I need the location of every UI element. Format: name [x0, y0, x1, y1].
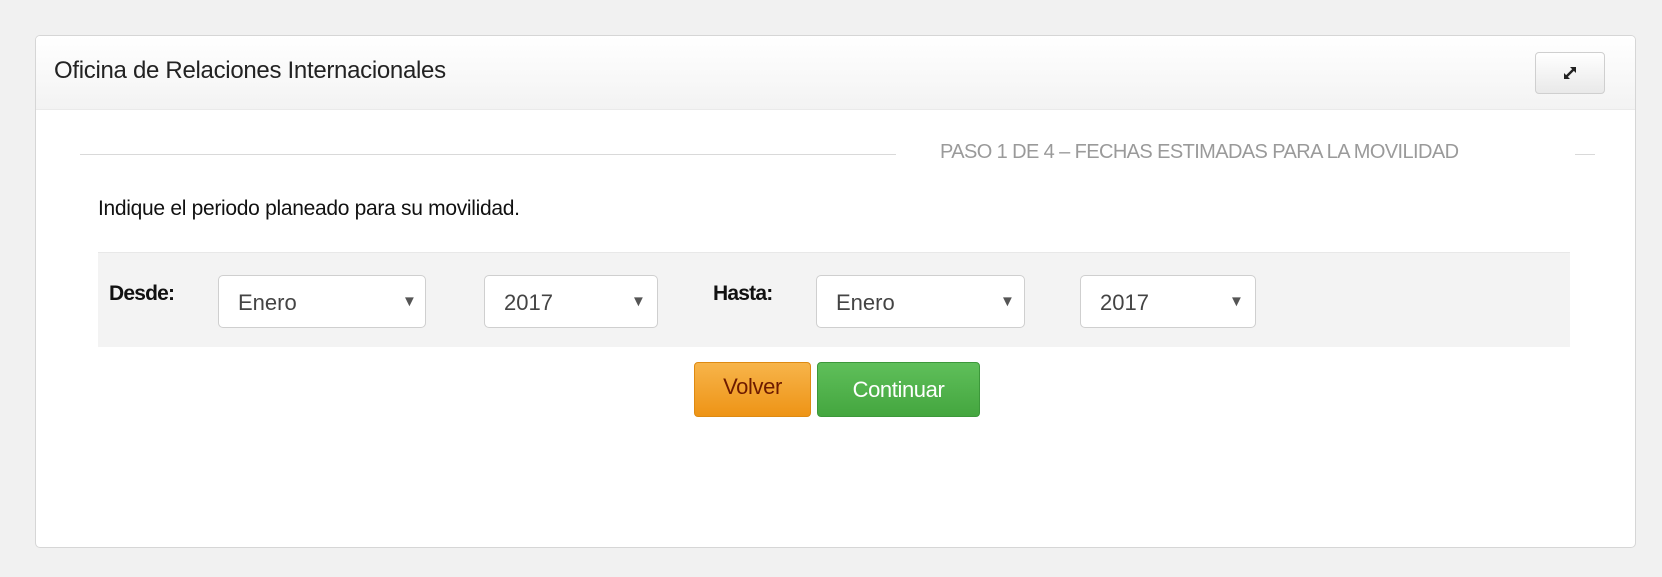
panel-header: Oficina de Relaciones Internacionales — [36, 36, 1635, 110]
intro-text: Indique el periodo planeado para su movi… — [98, 197, 520, 220]
chevron-down-icon: ▼ — [631, 293, 646, 310]
panel-title: Oficina de Relaciones Internacionales — [54, 57, 446, 84]
hasta-year-select[interactable]: 2017 ▼ — [1080, 275, 1256, 328]
panel: Oficina de Relaciones Internacionales PA… — [35, 35, 1636, 548]
hasta-label: Hasta: — [713, 282, 773, 305]
step-title: PASO 1 DE 4 – FECHAS ESTIMADAS PARA LA M… — [940, 141, 1459, 163]
volver-button[interactable]: Volver — [694, 362, 811, 417]
chevron-down-icon: ▼ — [1229, 293, 1244, 310]
hasta-month-value: Enero — [836, 290, 895, 315]
desde-year-select[interactable]: 2017 ▼ — [484, 275, 658, 328]
step-divider-right — [1575, 154, 1595, 155]
step-divider-left — [80, 154, 896, 155]
desde-label: Desde: — [109, 282, 175, 305]
desde-year-value: 2017 — [504, 290, 553, 315]
desde-month-select[interactable]: Enero ▼ — [218, 275, 426, 328]
date-range-bar: Desde: Enero ▼ 2017 ▼ Hasta: Enero ▼ 201… — [98, 252, 1570, 347]
expand-button[interactable] — [1535, 52, 1605, 94]
chevron-down-icon: ▼ — [1000, 293, 1015, 310]
chevron-down-icon: ▼ — [402, 293, 417, 310]
continuar-button[interactable]: Continuar — [817, 362, 980, 417]
hasta-month-select[interactable]: Enero ▼ — [816, 275, 1025, 328]
expand-icon — [1564, 67, 1576, 79]
hasta-year-value: 2017 — [1100, 290, 1149, 315]
desde-month-value: Enero — [238, 290, 297, 315]
